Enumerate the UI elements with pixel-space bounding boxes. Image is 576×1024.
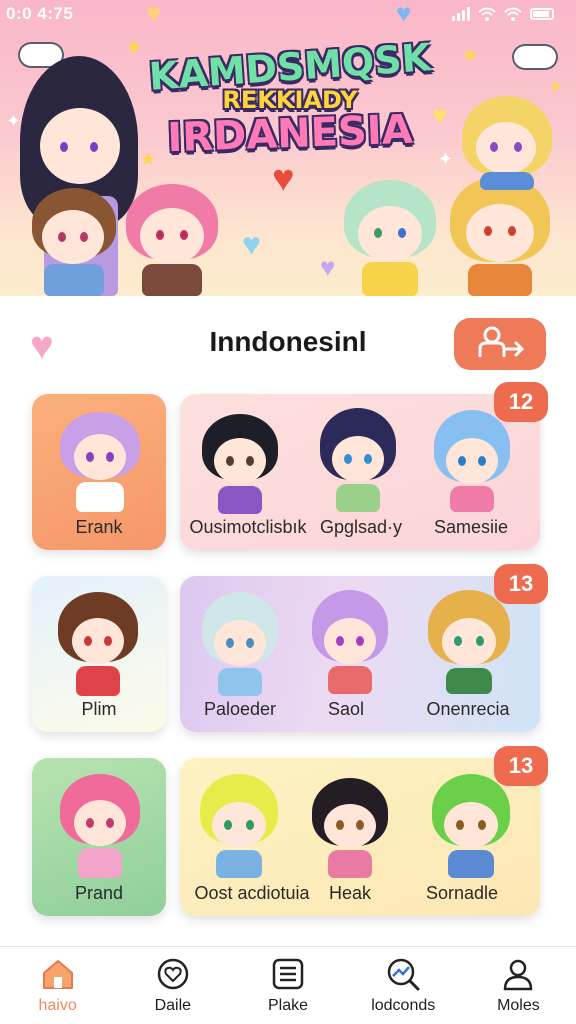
nav-item-daily[interactable]: Daile — [115, 947, 230, 1024]
character-illustration — [56, 592, 140, 696]
nav-label: haivo — [38, 997, 77, 1014]
home-icon — [40, 957, 76, 991]
login-button[interactable] — [454, 318, 546, 370]
hero-banner: 0:0 4:75 ♥ ♥ ♥ ♥ ♥ ♥ ★ ★ ✦ ★ ✦ ✦ KAMDSMQ… — [0, 0, 576, 296]
character-illustration — [308, 590, 392, 696]
character-illustration — [428, 774, 514, 878]
profile-icon — [500, 957, 536, 991]
banner-title-line3: IRDANESIA — [166, 106, 414, 162]
character-name: Ousimotclisbık — [189, 517, 307, 537]
status-icons — [452, 7, 554, 21]
character-name: Saol — [327, 699, 365, 719]
wifi-icon — [478, 7, 496, 21]
battery-icon — [530, 8, 554, 20]
character-illustration — [60, 412, 140, 512]
character-illustration — [430, 410, 514, 514]
character-name: Onenrecia — [426, 699, 510, 719]
featured-character-card[interactable]: Erank — [32, 394, 166, 550]
character-name: Paloeder — [203, 699, 277, 719]
search-globe-icon — [385, 957, 421, 991]
heart-icon: ♥ — [396, 0, 412, 28]
cloud-icon — [512, 44, 558, 70]
nav-item-profile[interactable]: Moles — [461, 947, 576, 1024]
character-illustration — [316, 408, 400, 514]
banner-title: KAMDSMQSK REKKIADY IRDANESIA — [140, 35, 440, 161]
signal-icon — [452, 7, 470, 21]
character-group-card[interactable]: 13 Oost acdiotuia Heak Sornadle — [180, 746, 548, 916]
character-name: Sornadle — [425, 883, 499, 903]
character-name: Heak — [328, 883, 372, 903]
character-illustration — [198, 592, 282, 696]
list-icon — [270, 957, 306, 991]
character-name: Gpglsad·y — [319, 517, 403, 537]
character-illustration — [340, 180, 440, 296]
character-illustration — [308, 778, 392, 878]
character-illustration — [58, 774, 142, 878]
character-illustration — [198, 414, 282, 514]
nav-label: lodconds — [371, 997, 436, 1014]
nav-item-home[interactable]: haivo — [0, 947, 115, 1024]
character-name: Samesiie — [433, 517, 509, 537]
featured-character-card[interactable]: Plim — [32, 576, 166, 732]
character-illustration — [458, 96, 556, 190]
star-icon: ✦ — [548, 77, 564, 97]
nav-item-records[interactable]: lodconds — [346, 947, 461, 1024]
heart-icon: ♥ — [146, 0, 162, 28]
user-login-icon — [478, 326, 525, 357]
character-name: Erank — [75, 517, 123, 537]
nav-label: Daile — [154, 997, 192, 1014]
heart-icon: ♥ — [242, 226, 261, 262]
character-name: Prand — [74, 883, 124, 903]
nav-label: Moles — [497, 997, 540, 1014]
status-bar: 0:0 4:75 — [0, 0, 576, 28]
heart-icon: ♥ — [320, 252, 336, 282]
character-name: Oost acdiotuia — [194, 883, 310, 903]
star-icon: ★ — [462, 45, 479, 65]
nav-label: Plake — [267, 997, 309, 1014]
character-illustration — [196, 774, 282, 878]
character-illustration — [446, 176, 556, 296]
character-group-card[interactable]: 13 Paloeder Saol Onenrecia — [180, 564, 548, 732]
featured-character-card[interactable]: Prand — [32, 758, 166, 916]
heart-icon: ♥ — [272, 158, 295, 200]
heart-badge-icon — [155, 957, 191, 991]
star-icon: ✦ — [438, 149, 454, 169]
character-group-card[interactable]: 12 Ousimotclisbık Gpglsad·y Samesiie — [180, 382, 548, 550]
character-illustration — [122, 184, 222, 296]
nav-item-plake[interactable]: Plake — [230, 947, 345, 1024]
character-illustration — [424, 590, 514, 696]
bottom-nav: haivo Daile Plake lodconds Moles — [0, 946, 576, 1024]
wifi-icon-secondary — [504, 7, 522, 21]
status-time: 0:0 4:75 — [6, 4, 74, 23]
character-name: Plim — [81, 699, 117, 719]
character-illustration — [28, 188, 120, 296]
